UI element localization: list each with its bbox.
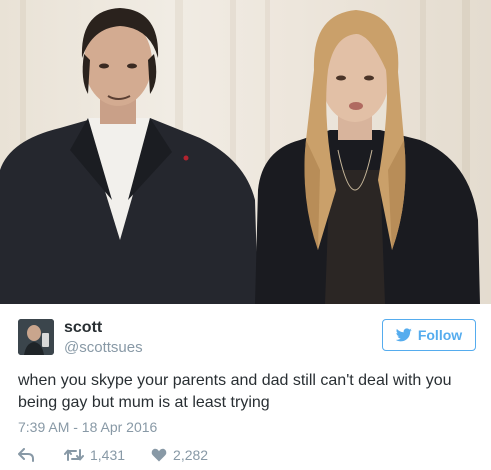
like-count: 2,282 <box>173 447 209 463</box>
bird-icon <box>395 328 412 342</box>
tweet-media-image <box>0 0 491 304</box>
tweet-timestamp[interactable]: 7:39 AM - 18 Apr 2016 <box>18 419 157 435</box>
tweet-text: when you skype your parents and dad stil… <box>18 372 452 411</box>
heart-icon <box>151 448 167 462</box>
avatar[interactable] <box>18 319 54 355</box>
follow-button-label: Follow <box>417 327 463 343</box>
media-illustration <box>0 0 480 304</box>
user-display-name[interactable]: scott <box>64 319 102 337</box>
retweet-action[interactable]: 1,431 <box>64 447 125 463</box>
avatar-image <box>18 319 54 355</box>
follow-button[interactable]: Follow <box>382 319 476 351</box>
retweet-count: 1,431 <box>90 447 126 463</box>
reply-icon <box>18 448 34 462</box>
user-handle[interactable]: @scottsues <box>64 339 143 356</box>
retweet-icon <box>64 449 84 461</box>
like-action[interactable]: 2,282 <box>151 447 208 463</box>
tweet-actions: 1,431 2,282 <box>18 446 208 464</box>
reply-action[interactable] <box>18 448 34 462</box>
